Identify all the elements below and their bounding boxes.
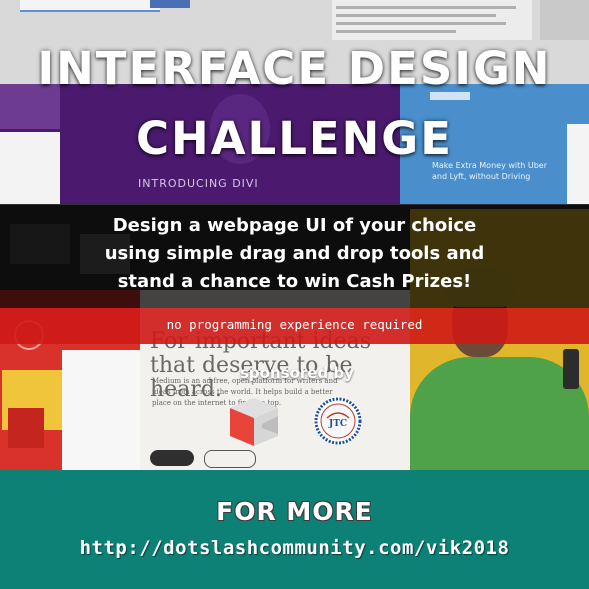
- cube-logo-icon: [230, 398, 278, 446]
- seal-text: JTC: [328, 419, 347, 429]
- requirement-text: no programming experience required: [166, 317, 423, 332]
- seal-logo-icon: JTC: [314, 397, 362, 445]
- footer-url[interactable]: http://dotslashcommunity.com/vik2018: [0, 537, 589, 559]
- footer-heading: FOR MORE: [216, 497, 373, 526]
- tagline-line-3: stand a chance to win Cash Prizes!: [117, 271, 472, 292]
- tagline-line-1: Design a webpage UI of your choice: [112, 215, 477, 236]
- title-line-1: INTERFACE DESIGN: [37, 42, 552, 95]
- title-line-2: CHALLENGE: [136, 112, 453, 165]
- tagline: Design a webpage UI of your choice using…: [0, 212, 589, 296]
- footer: [0, 470, 589, 589]
- divi-banner-text: INTRODUCING DIVI: [138, 177, 259, 190]
- tagline-line-2: using simple drag and drop tools and: [104, 243, 485, 264]
- sponsored-by-label: sponsored by: [240, 364, 354, 382]
